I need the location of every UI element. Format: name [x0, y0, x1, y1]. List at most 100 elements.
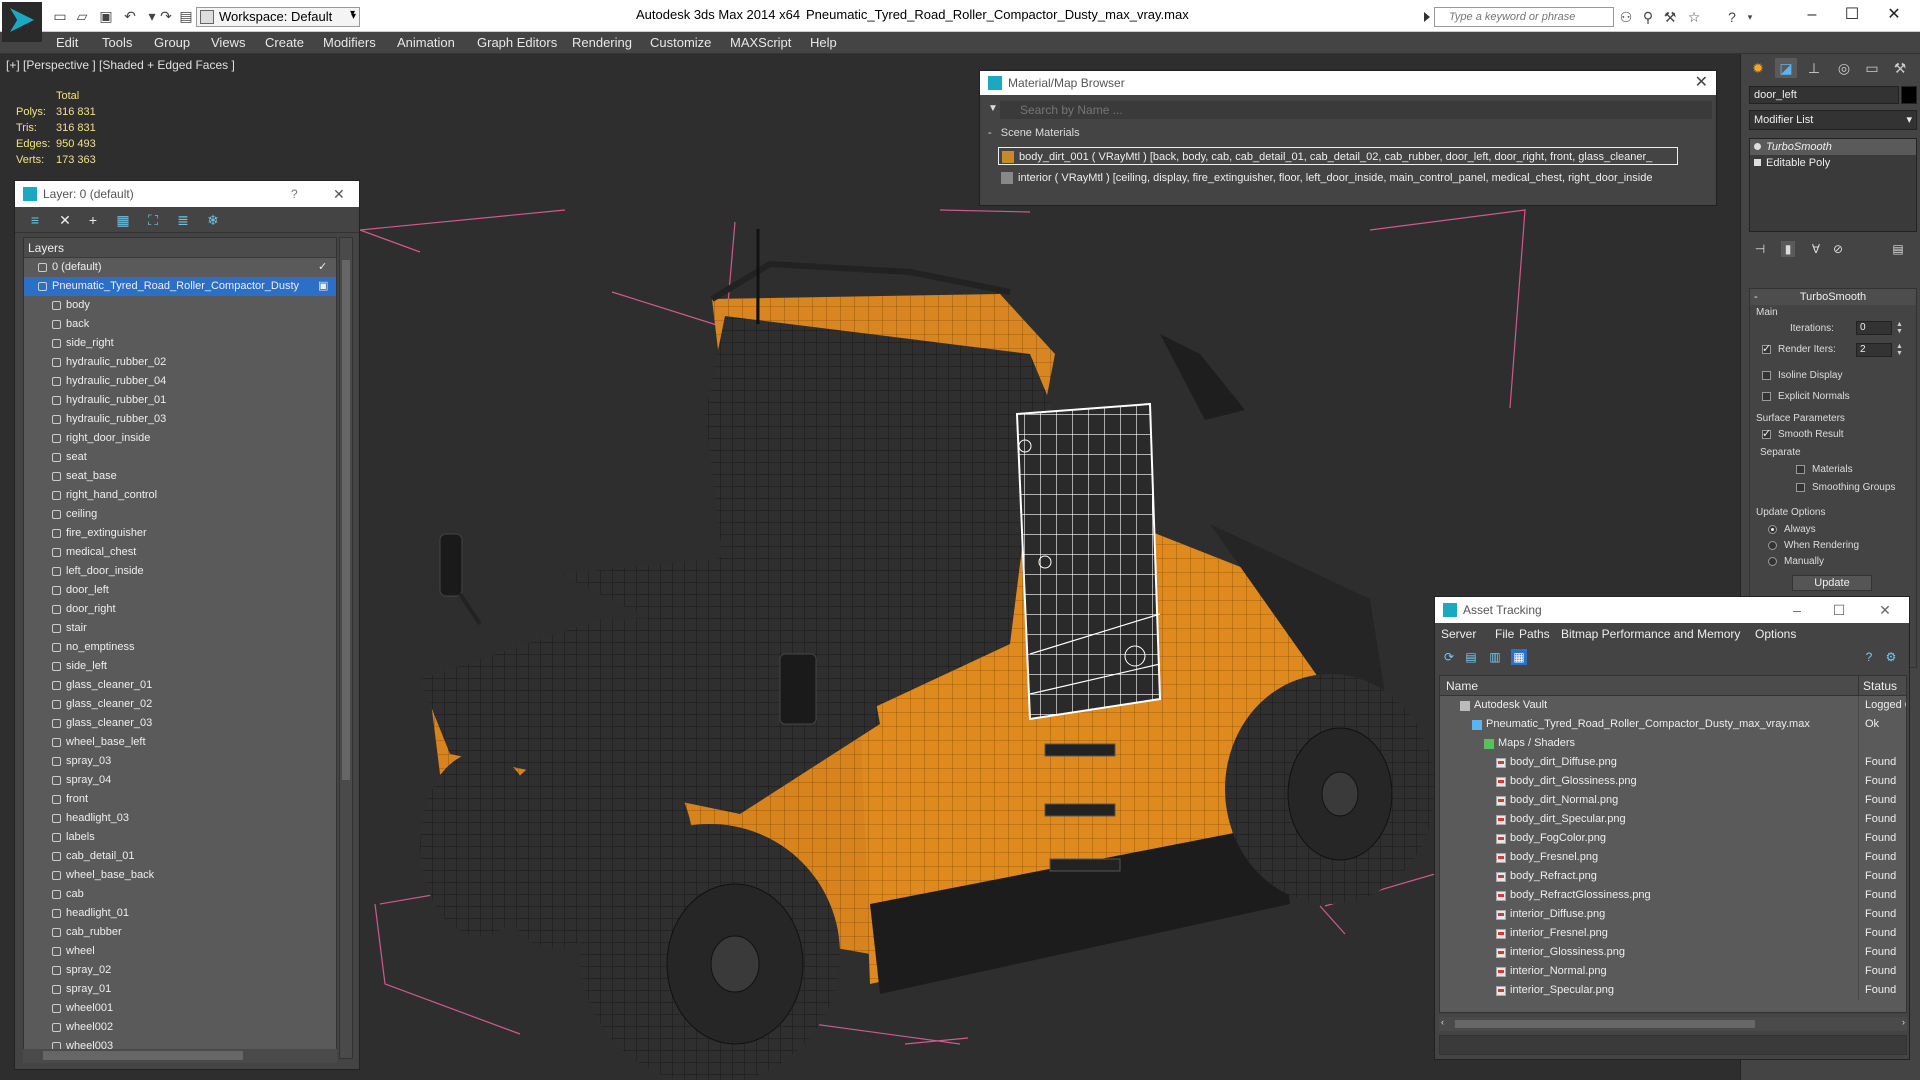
scene-materials-group[interactable]: - Scene Materials — [988, 127, 1692, 141]
layer-row[interactable]: spray_02 — [24, 961, 336, 980]
layer-row[interactable]: wheel002 — [24, 1018, 336, 1037]
material-search-input[interactable] — [1000, 101, 1712, 119]
layer-row[interactable]: side_left — [24, 657, 336, 676]
spinner-arrows-icon[interactable]: ▲ ▼ — [1896, 321, 1904, 335]
material-browser-titlebar[interactable]: Material/Map Browser ✕ — [980, 71, 1716, 95]
menu-options[interactable]: Options — [1755, 627, 1796, 641]
stack-item-turbosmooth[interactable]: TurboSmooth — [1750, 139, 1916, 155]
layer-row[interactable]: wheel_base_left — [24, 733, 336, 752]
hide-all-icon[interactable]: ≣ — [175, 212, 191, 228]
scrollbar-thumb[interactable] — [1455, 1020, 1755, 1028]
asset-row[interactable]: interior_Diffuse.png Found — [1440, 905, 1906, 924]
render-iters-checkbox[interactable] — [1762, 342, 1771, 355]
app-logo-button[interactable] — [2, 2, 42, 42]
make-unique-icon[interactable]: ∀ — [1809, 241, 1823, 257]
menu-edit[interactable]: Edit — [56, 35, 78, 50]
menu-create[interactable]: Create — [265, 35, 304, 50]
new-file-icon[interactable]: ▭ — [52, 8, 68, 24]
expand-icon[interactable] — [1754, 159, 1761, 166]
minimize-icon[interactable]: – — [1800, 4, 1824, 26]
help-icon[interactable]: ? — [1861, 649, 1877, 665]
close-icon[interactable]: ✕ — [1695, 71, 1708, 95]
asset-row[interactable]: interior_Normal.png Found — [1440, 962, 1906, 981]
details-view-icon[interactable]: ▥ — [1487, 649, 1503, 665]
highlight-selected-icon[interactable]: ⛶ — [145, 212, 161, 228]
close-icon[interactable]: ✕ — [1882, 4, 1906, 26]
search-expand-icon[interactable] — [1424, 12, 1430, 22]
help-icon[interactable]: ? — [1724, 9, 1740, 25]
layer-row[interactable]: seat — [24, 448, 336, 467]
layer-row[interactable]: spray_03 — [24, 752, 336, 771]
asset-row[interactable]: Autodesk Vault Logged O — [1440, 696, 1906, 715]
layer-row[interactable]: headlight_03 — [24, 809, 336, 828]
asset-row[interactable]: body_dirt_Specular.png Found — [1440, 810, 1906, 829]
layer-row[interactable]: ceiling — [24, 505, 336, 524]
refresh-icon[interactable]: ⟳ — [1441, 649, 1457, 665]
asset-row[interactable]: body_RefractGlossiness.png Found — [1440, 886, 1906, 905]
column-name[interactable]: Name — [1446, 676, 1478, 696]
help-icon[interactable]: ? — [291, 181, 298, 207]
layer-list-scrollbar[interactable] — [339, 237, 353, 1059]
menu-help[interactable]: Help — [810, 35, 837, 50]
iterations-spinner[interactable]: 0 — [1856, 321, 1892, 335]
isoline-display-checkbox[interactable] — [1762, 371, 1771, 380]
viewport-label[interactable]: [+] [Perspective ] [Shaded + Edged Faces… — [6, 58, 235, 72]
workspace-arrow-icon[interactable]: ▾ — [350, 8, 355, 19]
menu-group[interactable]: Group — [154, 35, 190, 50]
asset-row[interactable]: body_dirt_Diffuse.png Found — [1440, 753, 1906, 772]
smooth-result-checkbox[interactable] — [1762, 427, 1771, 440]
layer-row[interactable]: cab_rubber — [24, 923, 336, 942]
minimize-icon[interactable]: – — [1787, 597, 1807, 623]
layer-row[interactable]: hydraulic_rubber_02 — [24, 353, 336, 372]
spinner-arrows-icon[interactable]: ▲ ▼ — [1896, 343, 1904, 357]
explicit-normals-checkbox[interactable] — [1762, 392, 1771, 401]
configure-sets-icon[interactable]: ▤ — [1891, 241, 1905, 257]
layer-row[interactable]: back — [24, 315, 336, 334]
workspace-dropdown[interactable]: Workspace: Default ▾ — [196, 7, 360, 27]
layer-row[interactable]: right_door_inside — [24, 429, 336, 448]
layer-row[interactable]: spray_04 — [24, 771, 336, 790]
project-folder-icon[interactable]: ▤ — [178, 8, 194, 24]
display-tab-icon[interactable]: ▭ — [1861, 58, 1883, 78]
layer-row[interactable]: medical_chest — [24, 543, 336, 562]
menu-graph-editors[interactable]: Graph Editors — [477, 35, 557, 50]
layer-row[interactable]: hydraulic_rubber_03 — [24, 410, 336, 429]
scrollbar-thumb[interactable] — [342, 260, 350, 780]
layer-row[interactable]: 0 (default) ✓ — [24, 258, 336, 277]
help-dropdown-icon[interactable]: ▾ — [1742, 9, 1758, 25]
active-layer-toggle-icon[interactable]: ▣ — [318, 277, 328, 296]
menu-modifiers[interactable]: Modifiers — [323, 35, 376, 50]
menu-paths[interactable]: Paths — [1519, 627, 1550, 641]
show-end-result-icon[interactable]: ▮ — [1781, 241, 1795, 257]
smoothing-groups-checkbox[interactable] — [1796, 483, 1805, 492]
asset-row[interactable]: interior_Specular.png Found — [1440, 981, 1906, 1000]
layers-column-header[interactable]: Layers — [24, 238, 336, 258]
layer-row[interactable]: glass_cleaner_02 — [24, 695, 336, 714]
layer-row[interactable]: glass_cleaner_03 — [24, 714, 336, 733]
layer-row[interactable]: no_emptiness — [24, 638, 336, 657]
menu-server[interactable]: Server — [1441, 627, 1476, 641]
layer-row[interactable]: labels — [24, 828, 336, 847]
layer-row[interactable]: Pneumatic_Tyred_Road_Roller_Compactor_Du… — [24, 277, 336, 296]
layer-row[interactable]: spray_01 — [24, 980, 336, 999]
current-layer-check-icon[interactable]: ✓ — [318, 258, 327, 277]
update-manually-radio[interactable] — [1768, 557, 1777, 566]
layer-row[interactable]: hydraulic_rubber_01 — [24, 391, 336, 410]
open-file-icon[interactable]: ▱ — [74, 8, 90, 24]
scroll-right-icon[interactable]: › — [1902, 1017, 1905, 1027]
layer-panel-titlebar[interactable]: Layer: 0 (default) ? ✕ — [15, 181, 359, 207]
maximize-icon[interactable]: ☐ — [1829, 597, 1849, 623]
layer-row[interactable]: cab_detail_01 — [24, 847, 336, 866]
update-always-radio[interactable] — [1768, 525, 1777, 534]
lightbulb-icon[interactable] — [1754, 143, 1761, 150]
layer-row[interactable]: seat_base — [24, 467, 336, 486]
browser-options-icon[interactable]: ▼ — [988, 103, 998, 114]
asset-path-field[interactable] — [1439, 1035, 1907, 1055]
layer-row[interactable]: glass_cleaner_01 — [24, 676, 336, 695]
menu-tools[interactable]: Tools — [102, 35, 132, 50]
close-icon[interactable]: ✕ — [1875, 597, 1895, 623]
motion-tab-icon[interactable]: ◎ — [1833, 58, 1855, 78]
hierarchy-tab-icon[interactable]: ⊥ — [1803, 58, 1825, 78]
render-iters-spinner[interactable]: 2 — [1856, 343, 1892, 357]
update-button[interactable]: Update — [1792, 575, 1872, 591]
